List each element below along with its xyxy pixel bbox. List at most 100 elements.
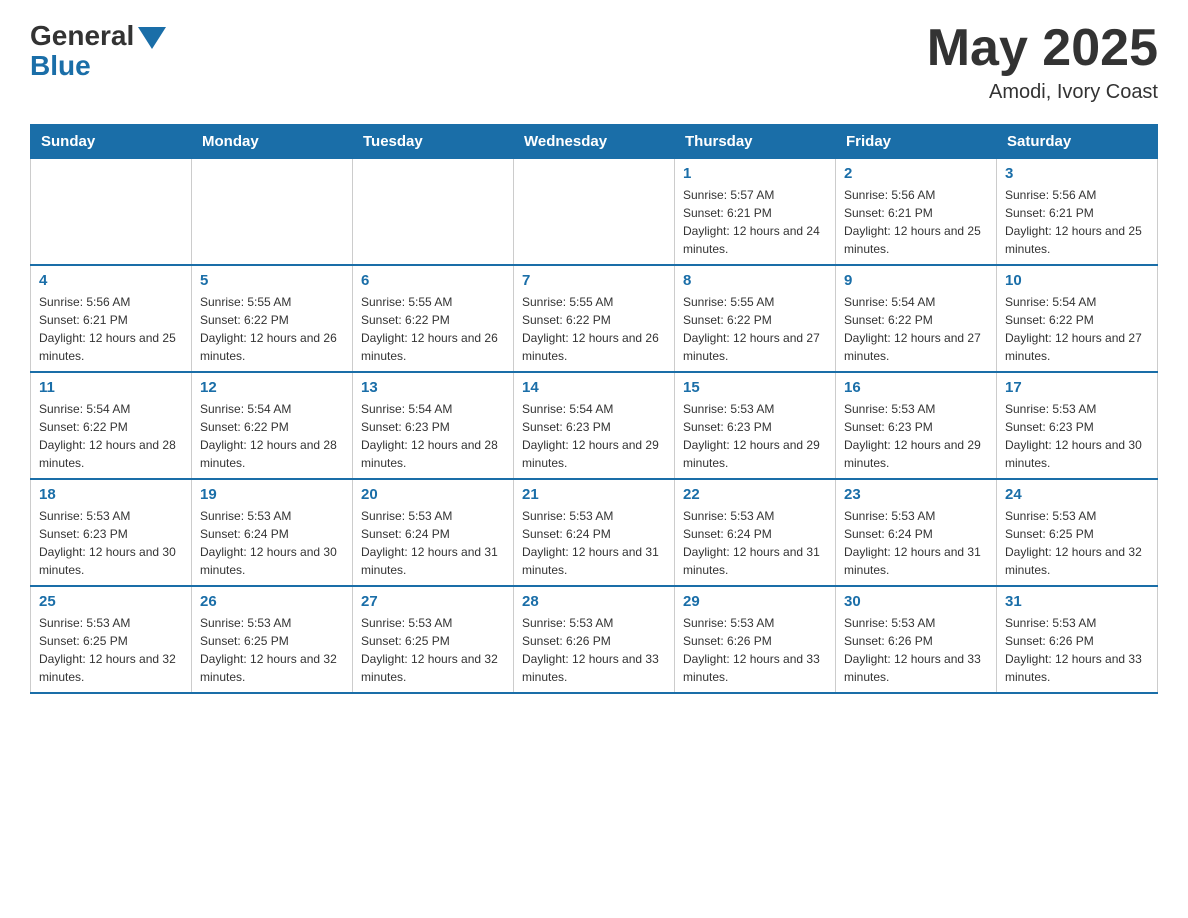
page-header: General Blue May 2025 Amodi, Ivory Coast [30,20,1158,104]
day-number: 14 [522,379,666,396]
calendar-day-cell [514,159,675,266]
weekday-header: Friday [836,125,997,159]
calendar-day-cell [31,159,192,266]
day-info: Sunrise: 5:54 AM Sunset: 6:23 PM Dayligh… [522,400,666,472]
day-number: 12 [200,379,344,396]
calendar-day-cell: 1 Sunrise: 5:57 AM Sunset: 6:21 PM Daylig… [675,159,836,266]
calendar-day-cell: 2Sunrise: 5:56 AM Sunset: 6:21 PM Daylig… [836,159,997,266]
day-info: Sunrise: 5:53 AM Sunset: 6:25 PM Dayligh… [1005,507,1149,579]
calendar-day-cell: 11 Sunrise: 5:54 AM Sunset: 6:22 PM Dayli… [31,372,192,479]
calendar-day-cell: 18 Sunrise: 5:53 AM Sunset: 6:23 PM Dayli… [31,479,192,586]
calendar-day-cell [192,159,353,266]
day-number: 30 [844,593,988,610]
calendar-day-cell: 8 Sunrise: 5:55 AM Sunset: 6:22 PM Daylig… [675,265,836,372]
day-number: 6 [361,272,505,289]
calendar-day-cell: 15Sunrise: 5:53 AM Sunset: 6:23 PM Dayli… [675,372,836,479]
day-info: Sunrise: 5:55 AM Sunset: 6:22 PM Dayligh… [200,293,344,365]
day-number: 20 [361,486,505,503]
day-number: 4 [39,272,183,289]
day-info: Sunrise: 5:53 AM Sunset: 6:25 PM Dayligh… [39,614,183,686]
day-number: 29 [683,593,827,610]
day-number: 23 [844,486,988,503]
calendar-day-cell: 6 Sunrise: 5:55 AM Sunset: 6:22 PM Daylig… [353,265,514,372]
day-number: 11 [39,379,183,396]
calendar-day-cell: 16Sunrise: 5:53 AM Sunset: 6:23 PM Dayli… [836,372,997,479]
weekday-header: Wednesday [514,125,675,159]
calendar-week-row: 18 Sunrise: 5:53 AM Sunset: 6:23 PM Dayli… [31,479,1158,586]
day-info: Sunrise: 5:54 AM Sunset: 6:22 PM Dayligh… [39,400,183,472]
day-number: 18 [39,486,183,503]
day-number: 19 [200,486,344,503]
calendar-day-cell: 29 Sunrise: 5:53 AM Sunset: 6:26 PM Dayli… [675,586,836,693]
day-info: Sunrise: 5:55 AM Sunset: 6:22 PM Dayligh… [522,293,666,365]
day-info: Sunrise: 5:54 AM Sunset: 6:22 PM Dayligh… [1005,293,1149,365]
day-info: Sunrise: 5:53 AM Sunset: 6:25 PM Dayligh… [200,614,344,686]
calendar-week-row: 4 Sunrise: 5:56 AM Sunset: 6:21 PM Daylig… [31,265,1158,372]
day-number: 28 [522,593,666,610]
calendar-day-cell: 13 Sunrise: 5:54 AM Sunset: 6:23 PM Dayli… [353,372,514,479]
day-number: 15 [683,379,827,396]
logo: General Blue [30,20,166,82]
day-info: Sunrise: 5:57 AM Sunset: 6:21 PM Dayligh… [683,186,827,258]
logo-general-text: General [30,20,134,52]
day-info: Sunrise: 5:53 AM Sunset: 6:26 PM Dayligh… [844,614,988,686]
day-info: Sunrise: 5:53 AM Sunset: 6:23 PM Dayligh… [39,507,183,579]
calendar-week-row: 1 Sunrise: 5:57 AM Sunset: 6:21 PM Daylig… [31,159,1158,266]
calendar-day-cell: 12 Sunrise: 5:54 AM Sunset: 6:22 PM Dayli… [192,372,353,479]
calendar-day-cell: 28Sunrise: 5:53 AM Sunset: 6:26 PM Dayli… [514,586,675,693]
calendar-week-row: 11 Sunrise: 5:54 AM Sunset: 6:22 PM Dayli… [31,372,1158,479]
calendar-day-cell: 14 Sunrise: 5:54 AM Sunset: 6:23 PM Dayli… [514,372,675,479]
title-block: May 2025 Amodi, Ivory Coast [927,20,1158,104]
logo-triangle-icon [138,27,166,49]
day-number: 31 [1005,593,1149,610]
day-info: Sunrise: 5:53 AM Sunset: 6:24 PM Dayligh… [844,507,988,579]
page-title: May 2025 [927,20,1158,77]
calendar-day-cell: 7 Sunrise: 5:55 AM Sunset: 6:22 PM Daylig… [514,265,675,372]
day-info: Sunrise: 5:53 AM Sunset: 6:25 PM Dayligh… [361,614,505,686]
calendar-day-cell: 31 Sunrise: 5:53 AM Sunset: 6:26 PM Dayli… [997,586,1158,693]
calendar-day-cell: 9Sunrise: 5:54 AM Sunset: 6:22 PM Daylig… [836,265,997,372]
day-number: 21 [522,486,666,503]
logo-blue-text: Blue [30,50,91,82]
calendar-day-cell: 21 Sunrise: 5:53 AM Sunset: 6:24 PM Dayli… [514,479,675,586]
day-number: 27 [361,593,505,610]
day-info: Sunrise: 5:53 AM Sunset: 6:24 PM Dayligh… [361,507,505,579]
day-number: 17 [1005,379,1149,396]
weekday-header: Saturday [997,125,1158,159]
day-info: Sunrise: 5:55 AM Sunset: 6:22 PM Dayligh… [361,293,505,365]
day-number: 8 [683,272,827,289]
calendar-day-cell: 23 Sunrise: 5:53 AM Sunset: 6:24 PM Dayli… [836,479,997,586]
day-number: 26 [200,593,344,610]
calendar-header-row: SundayMondayTuesdayWednesdayThursdayFrid… [31,125,1158,159]
calendar-day-cell: 24 Sunrise: 5:53 AM Sunset: 6:25 PM Dayli… [997,479,1158,586]
day-info: Sunrise: 5:53 AM Sunset: 6:24 PM Dayligh… [522,507,666,579]
day-number: 3 [1005,165,1149,182]
day-number: 1 [683,165,827,182]
day-info: Sunrise: 5:53 AM Sunset: 6:26 PM Dayligh… [1005,614,1149,686]
calendar-day-cell: 27 Sunrise: 5:53 AM Sunset: 6:25 PM Dayli… [353,586,514,693]
calendar-day-cell [353,159,514,266]
day-info: Sunrise: 5:54 AM Sunset: 6:22 PM Dayligh… [200,400,344,472]
calendar-day-cell: 17Sunrise: 5:53 AM Sunset: 6:23 PM Dayli… [997,372,1158,479]
day-info: Sunrise: 5:54 AM Sunset: 6:23 PM Dayligh… [361,400,505,472]
day-number: 25 [39,593,183,610]
day-number: 22 [683,486,827,503]
calendar-week-row: 25 Sunrise: 5:53 AM Sunset: 6:25 PM Dayli… [31,586,1158,693]
day-number: 10 [1005,272,1149,289]
calendar-day-cell: 20 Sunrise: 5:53 AM Sunset: 6:24 PM Dayli… [353,479,514,586]
day-number: 13 [361,379,505,396]
day-number: 7 [522,272,666,289]
day-info: Sunrise: 5:56 AM Sunset: 6:21 PM Dayligh… [39,293,183,365]
day-info: Sunrise: 5:53 AM Sunset: 6:26 PM Dayligh… [683,614,827,686]
calendar-table: SundayMondayTuesdayWednesdayThursdayFrid… [30,124,1158,694]
day-info: Sunrise: 5:55 AM Sunset: 6:22 PM Dayligh… [683,293,827,365]
day-number: 16 [844,379,988,396]
day-number: 2 [844,165,988,182]
calendar-day-cell: 30 Sunrise: 5:53 AM Sunset: 6:26 PM Dayli… [836,586,997,693]
day-number: 9 [844,272,988,289]
weekday-header: Tuesday [353,125,514,159]
day-number: 24 [1005,486,1149,503]
weekday-header: Monday [192,125,353,159]
calendar-day-cell: 4 Sunrise: 5:56 AM Sunset: 6:21 PM Daylig… [31,265,192,372]
calendar-day-cell: 3Sunrise: 5:56 AM Sunset: 6:21 PM Daylig… [997,159,1158,266]
